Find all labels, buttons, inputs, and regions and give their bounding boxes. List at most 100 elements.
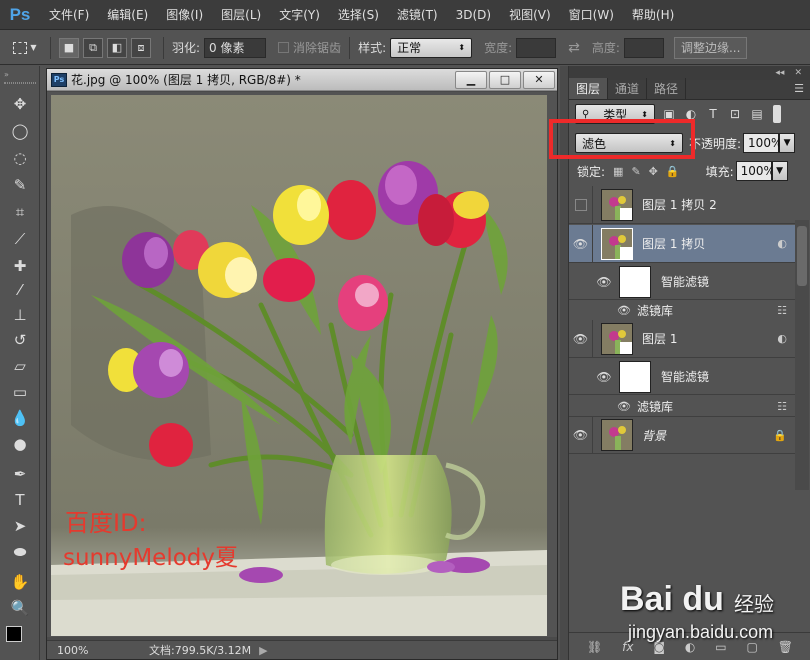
marquee-tool-preset[interactable]: ▼ <box>8 37 42 59</box>
tab-paths[interactable]: 路径 <box>647 78 687 99</box>
menu-help[interactable]: 帮助(H) <box>623 6 683 23</box>
filter-mask-thumbnail[interactable] <box>619 360 651 393</box>
menu-type[interactable]: 文字(Y) <box>270 6 329 23</box>
blur-tool-icon[interactable]: 💧 <box>6 406 34 430</box>
panel-menu-icon[interactable]: ☰ <box>794 82 810 99</box>
eye-icon[interactable]: 👁 <box>569 417 593 453</box>
smart-filter-label[interactable]: 智能滤镜 <box>661 273 709 290</box>
dodge-tool-icon[interactable]: ● <box>6 432 34 456</box>
eye-icon[interactable]: 👁 <box>569 320 593 357</box>
new-selection-icon[interactable]: ■ <box>59 37 79 58</box>
status-menu-arrow-icon[interactable]: ▶ <box>259 644 267 657</box>
filter-gallery-row[interactable]: 👁 滤镜库 ☷ <box>569 302 795 318</box>
type-filter-icon[interactable]: T <box>705 106 721 122</box>
clone-stamp-icon[interactable]: ⊥ <box>6 303 34 327</box>
shape-tool-icon[interactable]: ⬬ <box>6 540 34 564</box>
opacity-dropdown-button[interactable]: ▼ <box>779 133 796 153</box>
layer-row-layer1[interactable]: 👁 图层 1 ◐ <box>569 320 795 358</box>
menu-edit[interactable]: 编辑(E) <box>98 6 157 23</box>
filter-mask-thumbnail[interactable] <box>619 265 651 298</box>
zoom-tool-icon[interactable]: 🔍 <box>6 596 34 620</box>
document-info[interactable]: 文档:799.5K/3.12M <box>149 642 251 658</box>
smart-filter-row[interactable]: 👁 智能滤镜 <box>569 359 795 395</box>
maximize-button[interactable]: □ <box>489 70 521 89</box>
add-selection-icon[interactable]: ⧉ <box>83 37 103 58</box>
close-button[interactable]: ✕ <box>523 70 555 89</box>
tulip-painting-image[interactable]: 百度ID: sunnyMelody夏 <box>51 95 547 636</box>
filter-gallery-row[interactable]: 👁 滤镜库 ☷ <box>569 398 795 414</box>
hand-tool-icon[interactable]: ✋ <box>6 570 34 594</box>
move-tool-icon[interactable]: ✥ <box>6 92 34 116</box>
visibility-toggle[interactable] <box>569 186 593 223</box>
collapse-panel-icon[interactable]: ◂◂ <box>775 68 784 78</box>
shape-filter-icon[interactable]: ⊡ <box>727 106 743 122</box>
type-tool-icon[interactable]: T <box>6 488 34 512</box>
fill-dropdown-button[interactable]: ▼ <box>771 161 788 181</box>
filter-gallery-label[interactable]: 滤镜库 <box>637 302 673 319</box>
swap-icon[interactable]: ⇄ <box>568 40 580 56</box>
tab-layers[interactable]: 图层 <box>569 78 609 99</box>
menu-layer[interactable]: 图层(L) <box>212 6 270 23</box>
lock-all-icon[interactable]: 🔒 <box>666 165 680 178</box>
eyedropper-icon[interactable]: ⟋ <box>6 227 34 251</box>
smart-filter-label[interactable]: 智能滤镜 <box>661 368 709 385</box>
panel-grip[interactable] <box>4 82 36 84</box>
healing-brush-icon[interactable]: ✚ <box>6 254 34 278</box>
canvas-area[interactable]: 百度ID: sunnyMelody夏 <box>47 92 557 637</box>
history-brush-icon[interactable]: ↺ <box>6 328 34 352</box>
filter-options-icon[interactable]: ☷ <box>777 400 787 413</box>
eye-icon[interactable]: 👁 <box>593 370 615 384</box>
layer-name[interactable]: 图层 1 <box>642 330 677 347</box>
smart-object-filter-icon[interactable]: ▤ <box>749 106 765 122</box>
antialias-checkbox[interactable] <box>278 42 290 53</box>
brush-tool-icon[interactable]: ⁄ <box>6 278 34 302</box>
menu-filter[interactable]: 滤镜(T) <box>388 6 447 23</box>
layer-row-background[interactable]: 👁 背景 🔒 <box>569 416 795 454</box>
lasso-tool-icon[interactable]: ◌ <box>6 146 34 170</box>
fill-input[interactable]: 100% <box>735 161 775 181</box>
width-input[interactable] <box>516 37 557 58</box>
scrollbar-thumb[interactable] <box>797 226 807 286</box>
lock-position-icon[interactable]: ✥ <box>649 165 658 178</box>
zoom-level[interactable]: 100% <box>47 644 89 657</box>
link-layers-icon[interactable]: ⛓ <box>587 640 602 654</box>
eye-icon[interactable]: 👁 <box>569 225 593 262</box>
path-selection-icon[interactable]: ➤ <box>6 514 34 538</box>
menu-file[interactable]: 文件(F) <box>40 6 98 23</box>
lock-transparent-icon[interactable]: ▦ <box>613 165 623 178</box>
background-layer-name[interactable]: 背景 <box>642 427 666 444</box>
layer-row-copy[interactable]: 👁 图层 1 拷贝 ◐ <box>569 225 795 263</box>
lock-pixels-icon[interactable]: ✎ <box>631 165 640 178</box>
smart-filter-row[interactable]: 👁 智能滤镜 <box>569 264 795 300</box>
document-title-bar[interactable]: Ps 花.jpg @ 100% (图层 1 拷贝, RGB/8#) * ▁ □ … <box>47 69 557 91</box>
ellipse-marquee-icon[interactable]: ◯ <box>6 119 34 143</box>
crop-tool-icon[interactable]: ⌗ <box>6 200 34 224</box>
layer-row-copy-2[interactable]: 图层 1 拷贝 2 <box>569 186 795 224</box>
collapse-arrows-icon[interactable]: » <box>4 70 9 79</box>
feather-input[interactable]: 0 像素 <box>204 37 267 58</box>
intersect-selection-icon[interactable]: ⧈ <box>131 37 151 58</box>
close-panel-icon[interactable]: ✕ <box>794 68 802 78</box>
menu-view[interactable]: 视图(V) <box>500 6 560 23</box>
refine-edge-button[interactable]: 调整边缘... <box>673 36 748 59</box>
height-input[interactable] <box>623 37 664 58</box>
subtract-selection-icon[interactable]: ◧ <box>107 37 127 58</box>
eye-icon[interactable] <box>569 264 593 299</box>
menu-image[interactable]: 图像(I) <box>157 6 212 23</box>
eye-icon[interactable]: 👁 <box>617 304 631 317</box>
menu-select[interactable]: 选择(S) <box>329 6 388 23</box>
minimize-button[interactable]: ▁ <box>455 70 487 89</box>
eye-icon[interactable] <box>569 359 593 394</box>
layer-name[interactable]: 图层 1 拷贝 2 <box>642 196 717 213</box>
layers-scrollbar[interactable] <box>795 220 809 490</box>
gradient-tool-icon[interactable]: ▭ <box>6 380 34 404</box>
filter-gallery-label[interactable]: 滤镜库 <box>637 398 673 415</box>
eye-icon[interactable]: 👁 <box>593 275 615 289</box>
eraser-tool-icon[interactable]: ▱ <box>6 354 34 378</box>
menu-window[interactable]: 窗口(W) <box>560 6 623 23</box>
filter-toggle[interactable] <box>773 105 781 123</box>
filter-options-icon[interactable]: ☷ <box>777 304 787 317</box>
opacity-input[interactable]: 100% <box>743 133 782 153</box>
foreground-color-swatch[interactable] <box>6 626 22 642</box>
tab-channels[interactable]: 通道 <box>608 78 648 99</box>
